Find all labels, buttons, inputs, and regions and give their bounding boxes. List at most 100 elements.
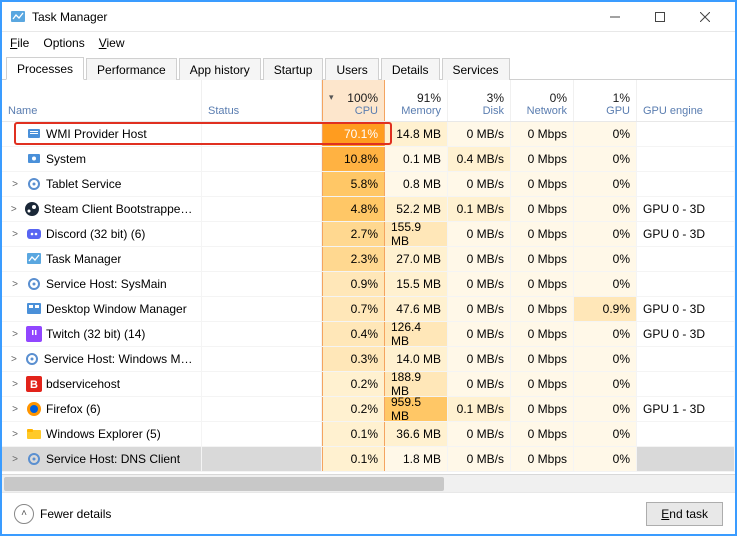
memory-cell: 15.5 MB	[385, 272, 448, 296]
header-gpu[interactable]: 1%GPU	[574, 80, 637, 121]
status-cell	[202, 272, 322, 296]
gpu-cell: 0%	[574, 147, 637, 171]
header-status[interactable]: Status	[202, 80, 322, 121]
status-cell	[202, 197, 322, 221]
header-gpu-engine[interactable]: GPU engine	[637, 80, 735, 121]
expand-icon[interactable]: >	[8, 179, 22, 190]
process-name: Firefox (6)	[46, 402, 101, 416]
expand-icon[interactable]: >	[8, 404, 22, 415]
expand-icon[interactable]: >	[8, 279, 22, 290]
table-row[interactable]: > Service Host: DNS Client 0.1% 1.8 MB 0…	[2, 447, 735, 472]
table-row[interactable]: > Firefox (6) 0.2% 959.5 MB 0.1 MB/s 0 M…	[2, 397, 735, 422]
expand-icon[interactable]: >	[8, 429, 22, 440]
table-row[interactable]: > Service Host: Windows Manage... 0.3% 1…	[2, 347, 735, 372]
tab-users[interactable]: Users	[325, 58, 378, 80]
disk-cell: 0.1 MB/s	[448, 397, 511, 421]
cpu-cell: 4.8%	[322, 197, 385, 221]
expand-icon[interactable]: >	[8, 329, 22, 340]
table-row[interactable]: System 10.8% 0.1 MB 0.4 MB/s 0 Mbps 0%	[2, 147, 735, 172]
table-row[interactable]: Desktop Window Manager 0.7% 47.6 MB 0 MB…	[2, 297, 735, 322]
disk-cell: 0.1 MB/s	[448, 197, 511, 221]
menu-options[interactable]: Options	[43, 36, 84, 50]
cpu-cell: 0.2%	[322, 397, 385, 421]
chevron-up-icon: ˄	[14, 504, 34, 524]
status-cell	[202, 397, 322, 421]
header-cpu[interactable]: ▾ 100%CPU	[322, 80, 385, 121]
expand-icon[interactable]: >	[8, 204, 20, 215]
minimize-button[interactable]	[592, 3, 637, 31]
process-name: bdservicehost	[46, 377, 120, 391]
memory-cell: 1.8 MB	[385, 447, 448, 471]
tab-details[interactable]: Details	[381, 58, 440, 80]
process-icon	[24, 351, 40, 367]
expand-icon[interactable]: >	[8, 229, 22, 240]
memory-cell: 188.9 MB	[385, 372, 448, 396]
disk-cell: 0 MB/s	[448, 122, 511, 146]
table-row[interactable]: > Windows Explorer (5) 0.1% 36.6 MB 0 MB…	[2, 422, 735, 447]
table-row[interactable]: > Tablet Service 5.8% 0.8 MB 0 MB/s 0 Mb…	[2, 172, 735, 197]
tab-app-history[interactable]: App history	[179, 58, 261, 80]
maximize-button[interactable]	[637, 3, 682, 31]
fewer-details-button[interactable]: ˄ Fewer details	[14, 504, 111, 524]
end-task-button[interactable]: End task	[646, 502, 723, 526]
gpu-engine-cell: GPU 1 - 3D	[637, 397, 735, 421]
process-icon	[26, 176, 42, 192]
task-manager-window: Task Manager File Options View Processes…	[0, 0, 737, 536]
cpu-cell: 0.2%	[322, 372, 385, 396]
gpu-cell: 0%	[574, 172, 637, 196]
expand-icon[interactable]: >	[8, 454, 22, 465]
gpu-cell: 0%	[574, 422, 637, 446]
table-row[interactable]: > Service Host: SysMain 0.9% 15.5 MB 0 M…	[2, 272, 735, 297]
header-memory[interactable]: 91%Memory	[385, 80, 448, 121]
header-disk[interactable]: 3%Disk	[448, 80, 511, 121]
table-row[interactable]: WMI Provider Host 70.1% 14.8 MB 0 MB/s 0…	[2, 122, 735, 147]
status-cell	[202, 347, 322, 371]
process-name: System	[46, 152, 86, 166]
gpu-cell: 0%	[574, 197, 637, 221]
gpu-cell: 0%	[574, 272, 637, 296]
menu-file[interactable]: File	[10, 36, 29, 50]
gpu-engine-cell	[637, 247, 735, 271]
tab-services[interactable]: Services	[442, 58, 510, 80]
tab-performance[interactable]: Performance	[86, 58, 177, 80]
table-row[interactable]: > Steam Client Bootstrapper (32 b... 4.8…	[2, 197, 735, 222]
process-table[interactable]: WMI Provider Host 70.1% 14.8 MB 0 MB/s 0…	[2, 122, 735, 474]
disk-cell: 0.4 MB/s	[448, 147, 511, 171]
close-button[interactable]	[682, 3, 727, 31]
expand-icon[interactable]: >	[8, 379, 22, 390]
disk-cell: 0 MB/s	[448, 172, 511, 196]
scrollbar-thumb[interactable]	[4, 477, 444, 491]
horizontal-scrollbar[interactable]	[2, 474, 735, 492]
menu-view[interactable]: View	[99, 36, 125, 50]
network-cell: 0 Mbps	[511, 322, 574, 346]
table-row[interactable]: > Discord (32 bit) (6) 2.7% 155.9 MB 0 M…	[2, 222, 735, 247]
gpu-engine-cell	[637, 272, 735, 296]
disk-cell: 0 MB/s	[448, 247, 511, 271]
process-name: Service Host: Windows Manage...	[44, 352, 195, 366]
header-network[interactable]: 0%Network	[511, 80, 574, 121]
status-cell	[202, 322, 322, 346]
status-cell	[202, 122, 322, 146]
process-icon	[26, 151, 42, 167]
table-row[interactable]: > Twitch (32 bit) (14) 0.4% 126.4 MB 0 M…	[2, 322, 735, 347]
table-row[interactable]: > B bdservicehost 0.2% 188.9 MB 0 MB/s 0…	[2, 372, 735, 397]
memory-cell: 959.5 MB	[385, 397, 448, 421]
process-name: Desktop Window Manager	[46, 302, 187, 316]
process-icon	[26, 401, 42, 417]
window-title: Task Manager	[32, 10, 107, 24]
header-name[interactable]: Name	[2, 80, 202, 121]
process-icon: B	[26, 376, 42, 392]
tab-processes[interactable]: Processes	[6, 57, 84, 80]
status-cell	[202, 297, 322, 321]
tab-startup[interactable]: Startup	[263, 58, 324, 80]
table-row[interactable]: Task Manager 2.3% 27.0 MB 0 MB/s 0 Mbps …	[2, 247, 735, 272]
gpu-engine-cell: GPU 0 - 3D	[637, 222, 735, 246]
status-cell	[202, 247, 322, 271]
process-icon	[24, 201, 40, 217]
process-icon	[26, 226, 42, 242]
expand-icon[interactable]: >	[8, 354, 20, 365]
process-name: Twitch (32 bit) (14)	[46, 327, 145, 341]
tab-bar: Processes Performance App history Startu…	[2, 54, 735, 80]
process-icon	[26, 301, 42, 317]
gpu-engine-cell	[637, 447, 735, 471]
